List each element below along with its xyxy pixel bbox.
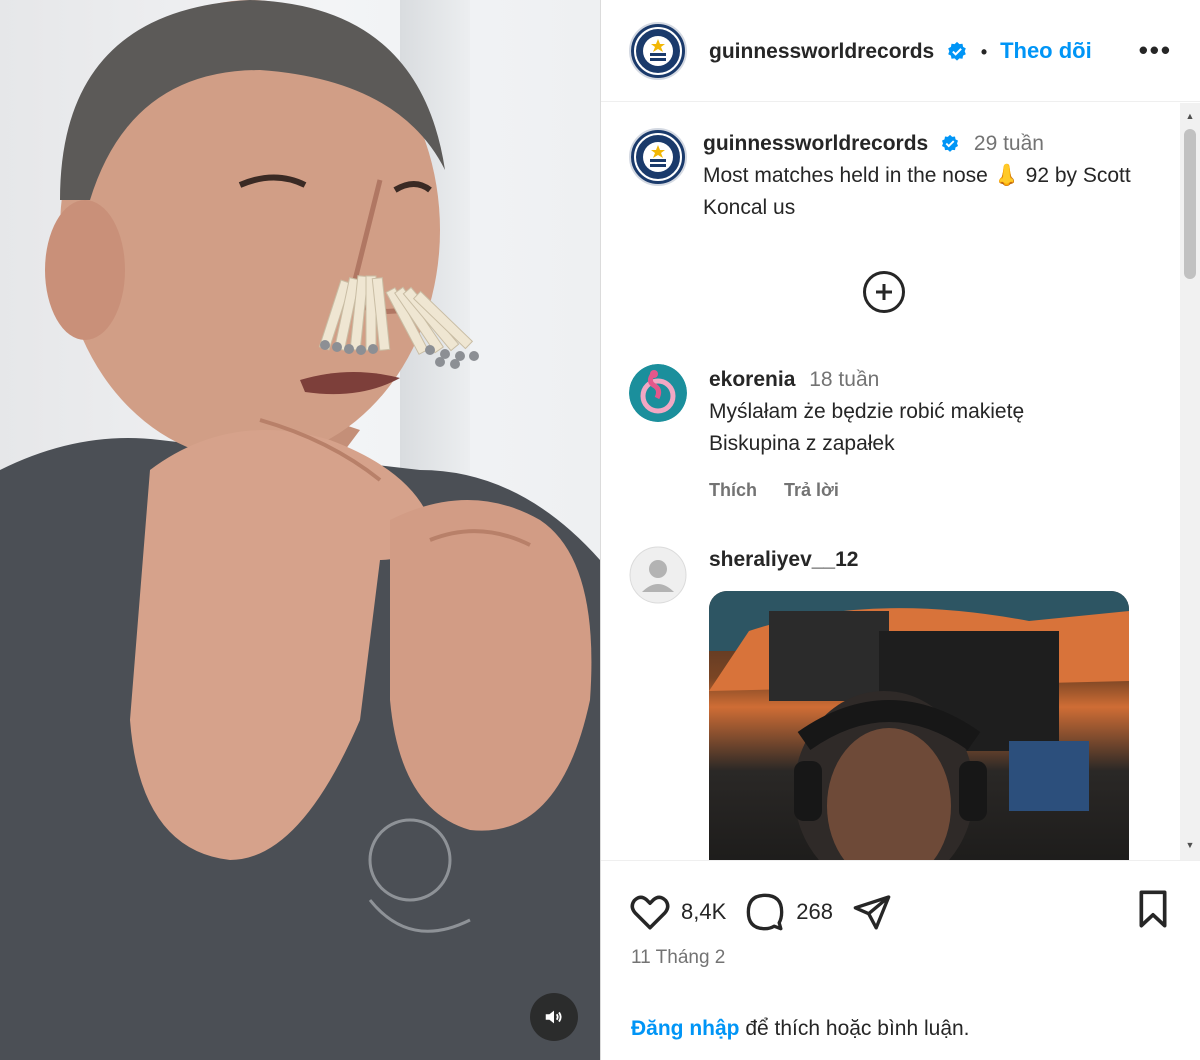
separator-dot: • [980, 41, 988, 62]
comments-count: 268 [796, 899, 833, 924]
scroll-up-arrow-icon[interactable]: ▲ [1180, 107, 1200, 125]
share-button[interactable] [851, 892, 893, 932]
like-comment-button[interactable]: Thích [709, 480, 757, 500]
mute-button[interactable] [530, 993, 578, 1041]
default-user-icon [629, 546, 687, 604]
post-footer: 8,4K 268 11 Tháng 2 Đăng nhập để thích h… [601, 860, 1200, 1060]
action-bar: 8,4K 268 [629, 889, 1171, 935]
caption-text: Most matches held in the nose 👃 92 by Sc… [703, 164, 1131, 219]
avatar[interactable] [629, 21, 687, 80]
reply-button[interactable]: Trả lời [784, 480, 839, 500]
verified-badge-icon [942, 135, 959, 153]
share-icon [853, 895, 891, 930]
video-player[interactable] [0, 0, 600, 1060]
login-link[interactable]: Đăng nhập [631, 1017, 740, 1040]
plus-circle-icon [876, 284, 892, 300]
post-date[interactable]: 11 Tháng 2 [631, 947, 725, 969]
comment-actions: Thích Trả lời [709, 474, 1109, 506]
comment-icon [746, 893, 784, 931]
post-details-panel: guinnessworldrecords • Theo dõi ••• guin… [600, 0, 1200, 1060]
caption-avatar[interactable] [629, 128, 687, 186]
comment-avatar[interactable] [629, 364, 687, 422]
comment-button[interactable]: 268 [744, 892, 851, 932]
caption-time[interactable]: 29 tuần [974, 132, 1044, 155]
caption-username[interactable]: guinnessworldrecords [703, 132, 928, 155]
post-caption: guinnessworldrecords 29 tuần Most matche… [629, 128, 1159, 224]
more-options-button[interactable]: ••• [1139, 35, 1172, 66]
header-username[interactable]: guinnessworldrecords [709, 40, 934, 63]
gif-frame [709, 591, 1129, 860]
login-prompt: Đăng nhập để thích hoặc bình luận. [631, 1017, 970, 1041]
comment-item: ekorenia 18 tuần Myślałam że będzie robi… [629, 364, 1159, 506]
comment-text: Myślałam że będzie robić makietę Biskupi… [709, 400, 1025, 455]
likes-count: 8,4K [681, 899, 727, 924]
flamingo-avatar-icon [629, 364, 687, 422]
comment-avatar[interactable] [629, 546, 687, 604]
scrollbar-thumb[interactable] [1184, 129, 1196, 279]
load-more-comments-button[interactable] [863, 271, 905, 313]
comment-username[interactable]: ekorenia [709, 368, 795, 391]
comment-gif-image [709, 591, 1129, 860]
post-header: guinnessworldrecords • Theo dõi ••• [601, 0, 1200, 102]
caption-body: guinnessworldrecords 29 tuần Most matche… [703, 128, 1159, 224]
comments-scrollbar[interactable]: ▲ ▼ [1180, 103, 1200, 860]
comments-list[interactable]: guinnessworldrecords 29 tuần Most matche… [601, 103, 1181, 860]
header-username-group: guinnessworldrecords • Theo dõi [709, 38, 1092, 64]
scroll-down-arrow-icon[interactable]: ▼ [1180, 836, 1200, 854]
video-frame [0, 0, 600, 1060]
speaker-icon [545, 1010, 562, 1024]
like-button[interactable]: 8,4K [629, 892, 744, 932]
verified-badge-icon [948, 41, 966, 61]
guinness-logo-icon [634, 133, 682, 181]
follow-button[interactable]: Theo dõi [1000, 38, 1092, 63]
comment-time[interactable]: 18 tuần [809, 368, 879, 391]
heart-icon [630, 895, 670, 930]
guinness-logo-icon [634, 26, 682, 75]
login-prompt-text: để thích hoặc bình luận. [739, 1017, 970, 1040]
instagram-post-modal: guinnessworldrecords • Theo dõi ••• guin… [0, 0, 1200, 1060]
comment-body: ekorenia 18 tuần Myślałam że będzie robi… [709, 364, 1109, 506]
save-button[interactable] [1135, 889, 1171, 935]
bookmark-icon [1139, 890, 1167, 928]
